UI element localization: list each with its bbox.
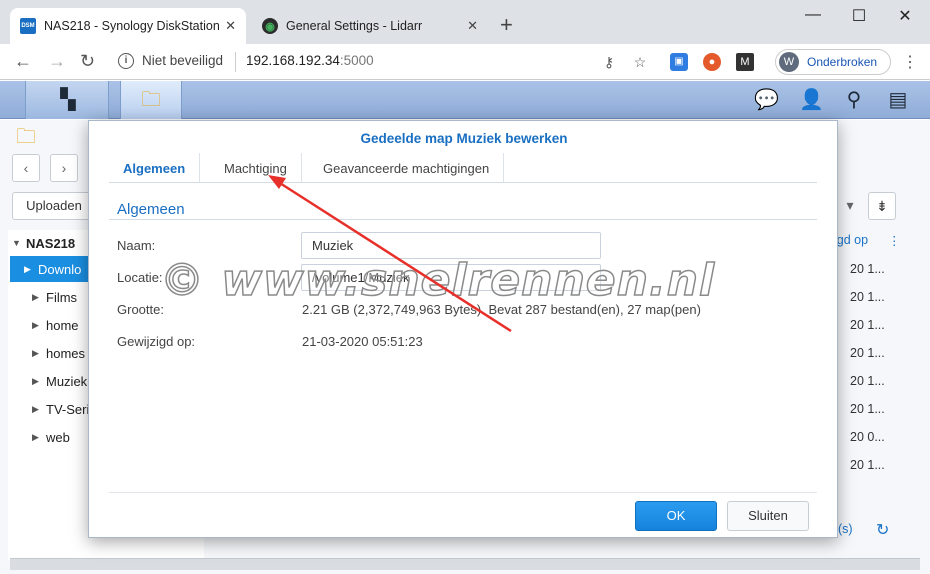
view-toggle-button[interactable]: ⇟ (868, 192, 896, 220)
reload-icon[interactable]: ↻ (80, 51, 95, 72)
extension-icon[interactable]: ▣ (670, 53, 688, 71)
modified-value: 21-03-2020 05:51:23 (302, 334, 423, 349)
close-icon[interactable]: ✕ (225, 18, 236, 34)
url-host: 192.168.192.34 (246, 53, 340, 68)
close-icon[interactable]: ✕ (467, 18, 478, 34)
back-icon[interactable]: ← (14, 51, 32, 72)
profile-label: Onderbroken (807, 55, 878, 69)
filestation-icon: 🗀 (16, 126, 36, 148)
minimize-button[interactable]: — (790, 6, 836, 24)
upload-button[interactable]: Uploaden (12, 192, 96, 220)
dsm-favicon-icon: DSM (20, 18, 36, 34)
tree-label: web (46, 429, 70, 445)
expand-icon: ▼ (12, 238, 21, 248)
profile-button[interactable]: W Onderbroken (775, 49, 891, 75)
extension-m-icon[interactable]: M (736, 53, 754, 71)
new-tab-button[interactable]: + (500, 12, 513, 38)
tree-label: Films (46, 289, 78, 305)
expand-icon: ▶ (32, 431, 39, 442)
avatar: W (779, 52, 799, 72)
info-icon[interactable]: i (118, 53, 134, 69)
tree-label: Downlo (38, 261, 82, 277)
tab-lidarr[interactable]: ◉ General Settings - Lidarr ✕ (252, 8, 488, 44)
lidarr-favicon-icon: ◉ (262, 18, 278, 34)
filestation-taskbar-button[interactable]: 🗀 (120, 81, 182, 119)
file-cell[interactable]: 20 0... (850, 430, 885, 444)
refresh-icon[interactable]: ↻ (876, 520, 889, 540)
address-bar: ← → ↻ i Niet beveiligd 192.168.192.34:50… (0, 44, 930, 80)
ok-button[interactable]: OK (635, 501, 717, 531)
menu-icon[interactable]: ⋮ (902, 52, 918, 72)
expand-icon: ▶ (32, 319, 39, 330)
tab-synology[interactable]: DSM NAS218 - Synology DiskStation ✕ (10, 8, 246, 44)
security-label[interactable]: Niet beveiligd (142, 53, 223, 68)
url-port: :5000 (339, 53, 374, 68)
tab-algemeen[interactable]: Algemeen (109, 153, 201, 183)
grid-icon: ▚ (60, 89, 76, 111)
key-icon[interactable]: ⚷ (600, 53, 618, 71)
tree-label: Muziek (46, 373, 88, 389)
folder-search-icon: 🗀 (141, 89, 161, 111)
expand-icon: ▶ (32, 375, 39, 386)
star-icon[interactable]: ☆ (631, 53, 649, 71)
expand-icon: ▶ (32, 347, 39, 358)
file-cell[interactable]: 20 1... (850, 458, 885, 472)
expand-icon: ▶ (32, 291, 39, 302)
file-cell[interactable]: 20 1... (850, 318, 885, 332)
back-button[interactable]: ‹ (12, 154, 40, 182)
main-menu-button[interactable]: ▚ (25, 81, 109, 119)
tree-label: NAS218 (26, 235, 76, 251)
file-cell[interactable]: 20 1... (850, 346, 885, 360)
column-menu-icon[interactable]: ⋮ (888, 233, 901, 248)
modified-label: Gewijzigd op: (117, 334, 196, 349)
file-cell[interactable]: 20 1... (850, 290, 885, 304)
divider (109, 219, 817, 220)
close-button[interactable]: Sluiten (727, 501, 809, 531)
item-count: (s) (838, 522, 853, 536)
browser-tabbar: DSM NAS218 - Synology DiskStation ✕ ◉ Ge… (0, 0, 930, 44)
tree-label: home (46, 317, 79, 333)
divider (109, 492, 817, 493)
tree-label: TV-Seri (46, 401, 90, 417)
expand-icon: ▶ (32, 403, 39, 414)
edit-shared-folder-dialog: Gedeelde map Muziek bewerken Algemeen Ma… (88, 120, 838, 538)
file-cell[interactable]: 20 1... (850, 262, 885, 276)
search-icon[interactable]: ⚲ (842, 89, 866, 111)
watermark: © www.snelrennen.nl (159, 254, 716, 307)
tree-label: homes (46, 345, 86, 361)
chat-icon[interactable]: 💬 (754, 89, 779, 111)
divider (235, 52, 236, 72)
forward-icon[interactable]: → (48, 51, 66, 72)
window-close-button[interactable]: ✕ (882, 6, 928, 26)
tab-machtiging[interactable]: Machtiging (210, 153, 302, 183)
column-header[interactable]: igd op (834, 233, 868, 247)
dialog-title: Gedeelde map Muziek bewerken (360, 131, 568, 146)
tab-title: General Settings - Lidarr (286, 19, 423, 33)
dropdown-icon[interactable]: ▾ (836, 192, 864, 220)
extension-icon[interactable]: ● (703, 53, 721, 71)
user-icon[interactable]: 👤 (799, 89, 824, 111)
location-label: Locatie: (117, 270, 163, 285)
tab-title: NAS218 - Synology DiskStation (44, 19, 220, 33)
horizontal-scrollbar[interactable] (10, 558, 920, 570)
maximize-button[interactable]: ☐ (836, 6, 882, 26)
name-label: Naam: (117, 238, 156, 253)
file-cell[interactable]: 20 1... (850, 374, 885, 388)
tab-geavanceerde-machtigingen[interactable]: Geavanceerde machtigingen (309, 153, 505, 183)
section-title: Algemeen (117, 201, 185, 218)
dialog-tabs: Algemeen Machtiging Geavanceerde machtig… (109, 153, 817, 183)
url-field[interactable]: 192.168.192.34:5000 (246, 53, 374, 68)
expand-icon: ▶ (24, 263, 31, 274)
size-label: Grootte: (117, 302, 164, 317)
dsm-taskbar: ▚ 🗀 💬 👤 ⚲ ▤ (0, 81, 930, 119)
widgets-icon[interactable]: ▤ (886, 89, 910, 111)
forward-button[interactable]: › (50, 154, 78, 182)
file-cell[interactable]: 20 1... (850, 402, 885, 416)
